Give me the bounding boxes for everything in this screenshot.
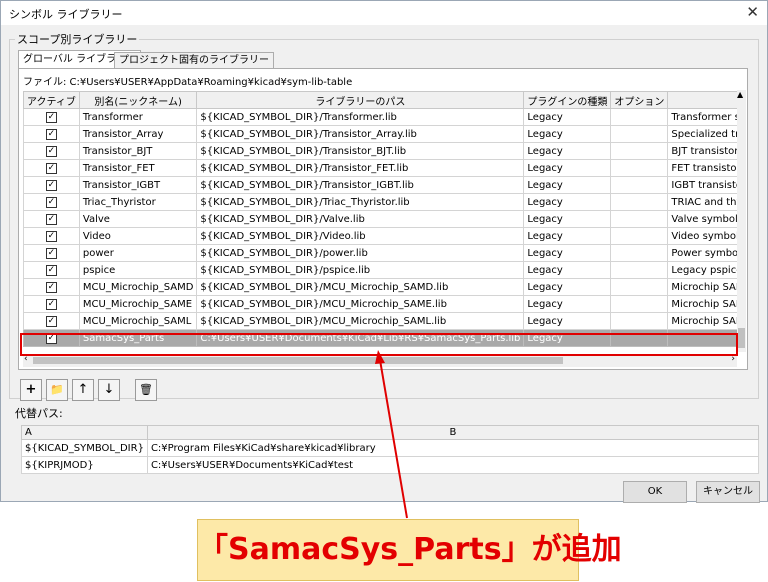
callout-arrow	[375, 350, 408, 519]
callout-annotation: 「SamacSys_Parts」が追加	[197, 519, 622, 581]
